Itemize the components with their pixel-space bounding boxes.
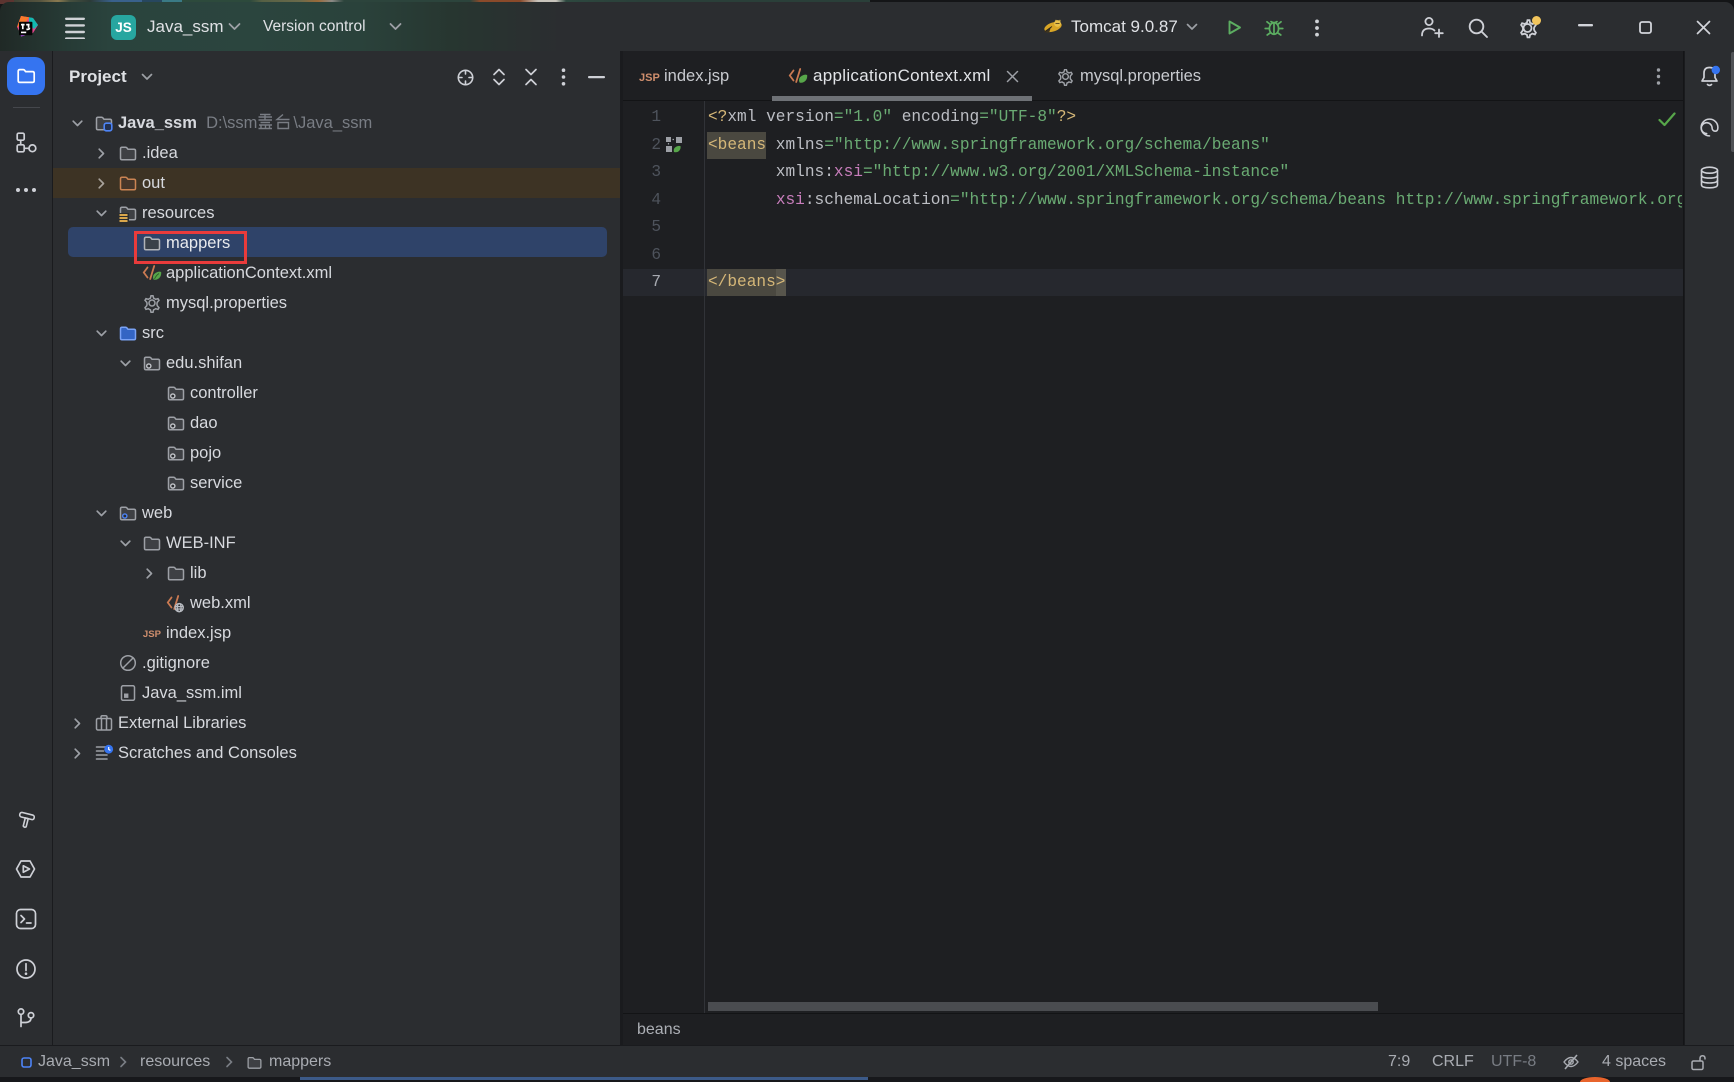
svg-text:JSP: JSP	[639, 72, 660, 84]
svg-text:JSP: JSP	[143, 629, 162, 640]
